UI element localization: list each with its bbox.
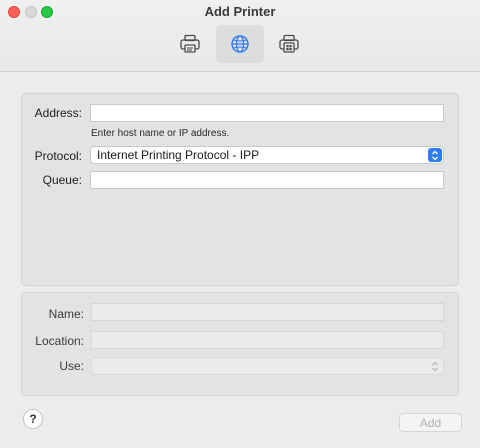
address-hint: Enter host name or IP address.	[91, 128, 230, 139]
location-label: Location:	[35, 334, 84, 348]
address-label: Address:	[34, 106, 82, 120]
queue-label: Queue:	[42, 173, 82, 187]
globe-icon	[231, 35, 249, 53]
toolbar: Add Printer	[0, 0, 480, 72]
name-field[interactable]	[91, 303, 444, 321]
location-field[interactable]	[91, 331, 444, 349]
use-label: Use:	[59, 359, 84, 373]
add-printer-window: Add Printer Address: Enter host name or …	[0, 0, 480, 448]
printer-icon	[180, 34, 200, 53]
windows-printer-icon	[279, 34, 299, 53]
ip-printer-tab[interactable]	[216, 25, 264, 63]
protocol-value: Internet Printing Protocol - IPP	[97, 148, 260, 162]
chevron-updown-icon	[428, 359, 442, 373]
add-button[interactable]: Add	[399, 413, 462, 432]
windows-printer-tab[interactable]	[265, 25, 313, 63]
default-printer-tab[interactable]	[166, 25, 214, 63]
help-button[interactable]: ?	[23, 409, 43, 429]
chevron-updown-icon	[428, 148, 442, 162]
protocol-label: Protocol:	[34, 149, 82, 163]
protocol-select[interactable]: Internet Printing Protocol - IPP	[90, 146, 444, 164]
window-title: Add Printer	[204, 4, 276, 19]
queue-field[interactable]	[90, 171, 444, 189]
name-label: Name:	[48, 307, 84, 321]
use-select[interactable]	[91, 357, 444, 375]
address-field[interactable]	[90, 104, 444, 122]
